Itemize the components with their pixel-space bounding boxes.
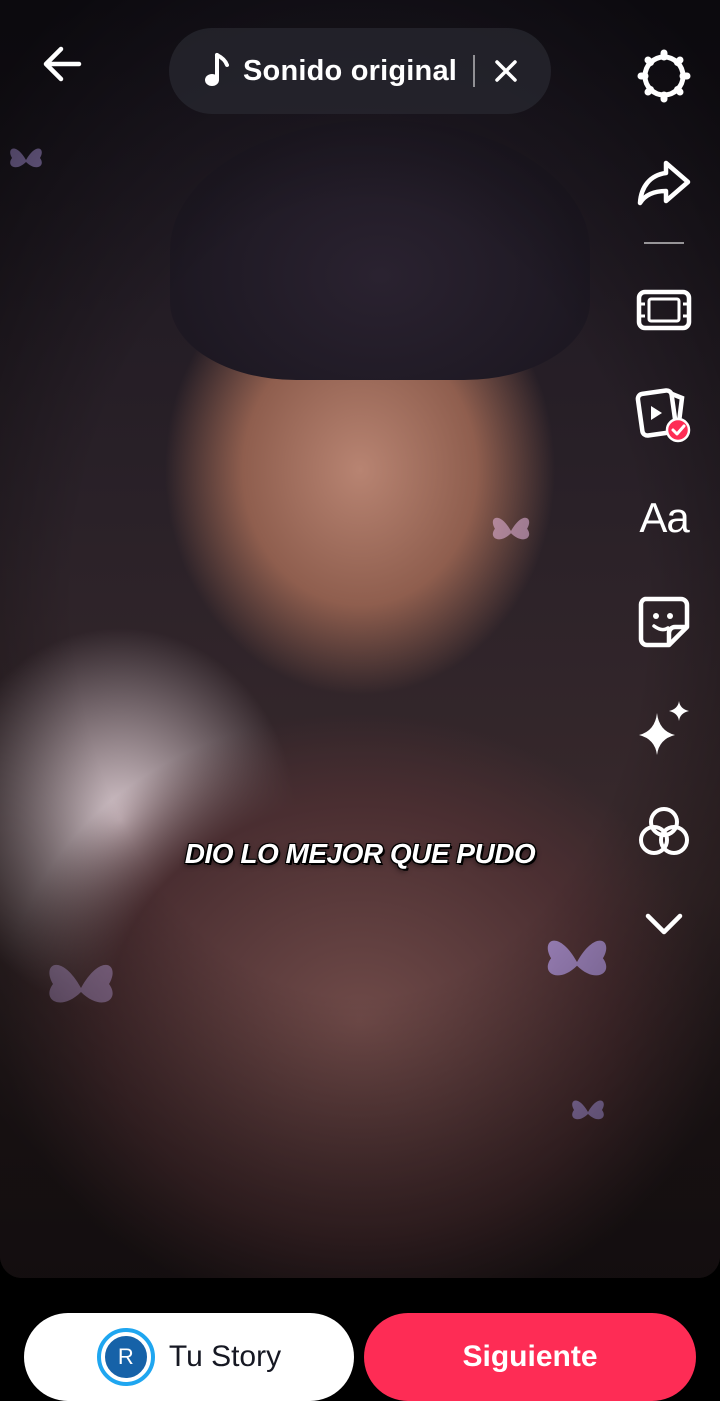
templates-button[interactable] bbox=[632, 382, 696, 446]
avatar: R bbox=[96, 1328, 155, 1386]
editing-toolbar: Aa bbox=[610, 40, 720, 960]
sticker-icon bbox=[638, 596, 690, 648]
sparkle-icon bbox=[639, 701, 689, 755]
next-button[interactable]: Siguiente bbox=[364, 1313, 696, 1401]
video-check-icon bbox=[635, 388, 691, 443]
arrow-left-icon bbox=[43, 46, 82, 82]
settings-button[interactable] bbox=[632, 44, 696, 108]
adjust-clips-button[interactable] bbox=[632, 278, 696, 342]
film-frame-icon bbox=[636, 289, 692, 331]
text-tool-label: Aa bbox=[639, 494, 689, 541]
filters-icon bbox=[639, 807, 689, 855]
close-icon[interactable] bbox=[491, 56, 521, 86]
filters-button[interactable] bbox=[632, 800, 696, 864]
sticker-button[interactable] bbox=[632, 590, 696, 654]
your-story-button[interactable]: R Tu Story bbox=[24, 1313, 354, 1401]
text-button[interactable]: Aa bbox=[632, 486, 696, 550]
effects-button[interactable] bbox=[632, 696, 696, 760]
more-tools-button[interactable] bbox=[632, 892, 696, 956]
bottom-action-bar: R Tu Story Siguiente bbox=[0, 1278, 720, 1401]
back-button[interactable] bbox=[30, 36, 94, 92]
share-button[interactable] bbox=[632, 150, 696, 214]
toolbar-divider bbox=[644, 242, 684, 244]
sound-selector[interactable]: Sonido original bbox=[169, 28, 551, 114]
gear-icon bbox=[637, 49, 691, 103]
your-story-label: Tu Story bbox=[168, 1340, 282, 1373]
avatar-initial: R bbox=[102, 1334, 149, 1380]
share-icon bbox=[637, 160, 691, 206]
sound-divider bbox=[473, 55, 476, 87]
music-note-icon bbox=[205, 53, 229, 86]
sound-label: Sonido original bbox=[243, 54, 458, 87]
chevron-down-icon bbox=[645, 913, 683, 935]
